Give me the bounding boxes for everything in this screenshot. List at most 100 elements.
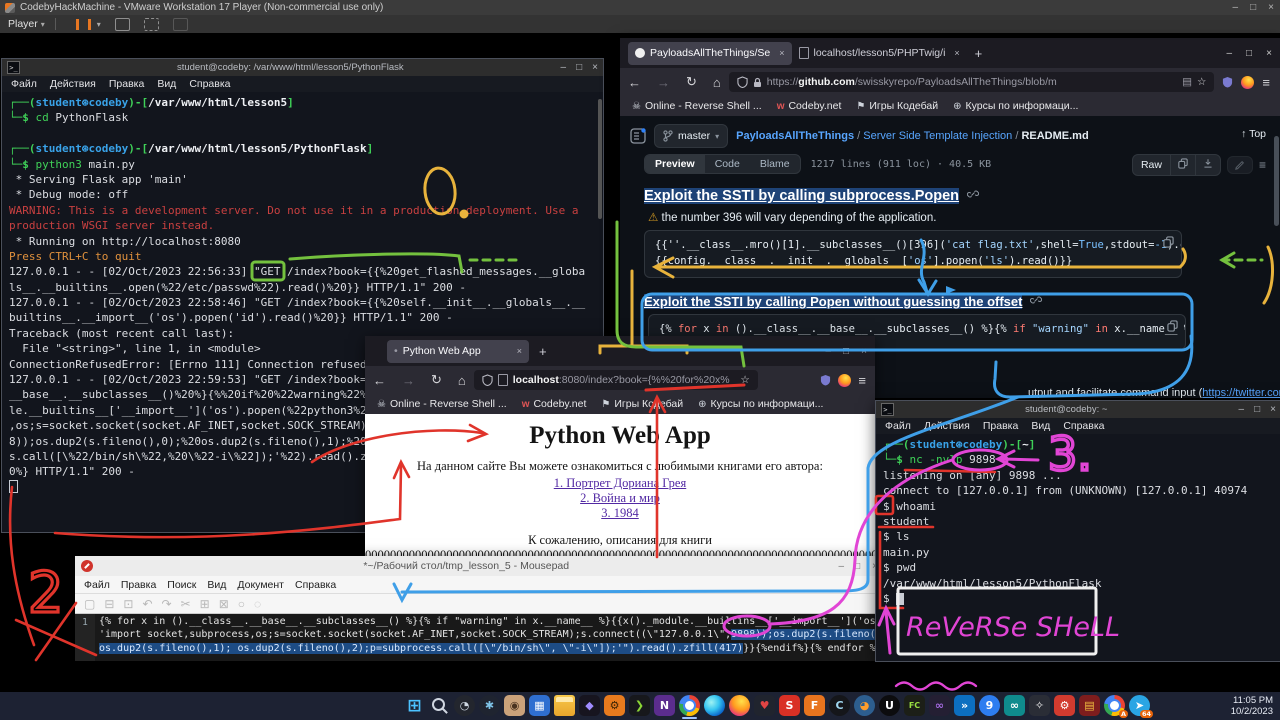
minimize-button[interactable]: – — [839, 561, 845, 572]
editor-area[interactable]: 1 {% for x in ().__class__.__base__.__su… — [75, 614, 885, 661]
book-link-2[interactable]: 2. Война и мир — [580, 491, 660, 505]
url-bar[interactable]: localhost:8080/index?book={%%20for%20x% … — [474, 370, 758, 390]
close-button[interactable]: × — [592, 62, 598, 73]
bookmark-courses[interactable]: ⊕Курсы по информаци... — [953, 100, 1078, 112]
taskbar-app-s-app[interactable]: S — [779, 695, 800, 716]
taskbar-app-chrome-alt[interactable]: A — [1104, 695, 1125, 716]
close-button[interactable]: × — [1270, 404, 1276, 415]
copy-icon[interactable]: ⊞ — [200, 597, 210, 611]
vmware-titlebar[interactable]: CodebyHackMachine - VMware Workstation 1… — [0, 0, 1280, 15]
edit-pencil-icon[interactable] — [1227, 156, 1253, 174]
twitter-link[interactable]: https://twitter.com/SecGus — [1202, 387, 1280, 398]
protections-shield-icon[interactable] — [1222, 76, 1233, 88]
taskbar-app-gauge-app[interactable]: ◔ — [454, 695, 475, 716]
taskbar-app-start[interactable]: ⊞ — [404, 695, 425, 716]
taskbar-app-orange-gear-app[interactable]: ⚙ — [604, 695, 625, 716]
maximize-button[interactable]: □ — [1254, 404, 1260, 415]
new-tab-button[interactable]: + — [975, 46, 983, 61]
book-link-1[interactable]: 1. Портрет Дориана Грея — [554, 476, 686, 490]
reload-icon[interactable]: ↻ — [431, 372, 442, 388]
taskbar-app-chrome[interactable] — [679, 695, 700, 716]
taskbar-app-berry-app[interactable]: ♥ — [754, 695, 775, 716]
terminal-titlebar[interactable]: >_ student@codeby: /var/www/html/lesson5… — [2, 59, 603, 76]
tab-code[interactable]: Code — [705, 155, 750, 173]
menu-item[interactable]: Действия — [924, 420, 970, 432]
menu-item[interactable]: Файл — [11, 78, 37, 90]
taskbar-app-telegram[interactable]: ➤64 — [1129, 695, 1150, 716]
maximize-button[interactable]: □ — [843, 346, 849, 357]
menu-item[interactable]: Вид — [157, 78, 176, 90]
player-menu[interactable]: Player ▾ — [8, 18, 45, 30]
top-link[interactable]: ↑ Top — [1241, 128, 1266, 140]
taskbar-app-f-app[interactable]: F — [804, 695, 825, 716]
copy-icon[interactable] — [1170, 155, 1195, 175]
menu-item[interactable]: Справка — [189, 78, 230, 90]
menu-item[interactable]: Вид — [1031, 420, 1050, 432]
tab-blame[interactable]: Blame — [750, 155, 800, 173]
tab-python-web-app[interactable]: • Python Web App × — [387, 340, 529, 363]
tab-close-icon[interactable]: × — [517, 346, 522, 356]
hamburger-menu-icon[interactable]: ≡ — [858, 373, 866, 388]
tab-phptwig[interactable]: localhost/lesson5/PHPTwig/i × — [792, 47, 967, 59]
link-icon[interactable] — [967, 188, 979, 200]
forward-icon[interactable]: → — [402, 373, 415, 388]
close-button[interactable]: × — [861, 346, 867, 357]
redo-icon[interactable]: ↷ — [162, 597, 172, 611]
taskbar-app-fc-app[interactable]: FC — [904, 695, 925, 716]
replace-icon[interactable]: ◌ — [254, 597, 261, 611]
taskbar-app-vscode[interactable]: » — [954, 695, 975, 716]
taskbar-app-cinema4d-app[interactable]: C — [829, 695, 850, 716]
menu-item[interactable]: Вид — [207, 579, 226, 591]
menu-item[interactable]: Действия — [50, 78, 96, 90]
pause-icon[interactable] — [76, 19, 91, 30]
save-icon[interactable]: ⊡ — [123, 597, 133, 611]
home-icon[interactable]: ⌂ — [458, 373, 466, 388]
bookmark-codeby[interactable]: wCodeby.net — [522, 398, 587, 410]
bookmark-courses[interactable]: ⊕Курсы по информаци... — [698, 398, 823, 410]
taskbar-app-fairy-app[interactable]: ✧ — [1029, 695, 1050, 716]
menu-item[interactable]: Файл — [84, 579, 110, 591]
reader-icon[interactable]: ▤ — [1182, 76, 1192, 88]
taskbar-app-file-explorer[interactable] — [554, 695, 575, 716]
bookmark-games[interactable]: ⚑Игры Кодебай — [601, 398, 683, 410]
taskbar-app-unreal-app[interactable]: U — [879, 695, 900, 716]
back-icon[interactable]: ← — [373, 373, 386, 388]
minimize-button[interactable]: – — [1226, 48, 1232, 59]
bookmark-reverse-shell[interactable]: ☠Online - Reverse Shell ... — [632, 100, 762, 112]
taskbar-app-arduino-app[interactable]: ∞ — [1004, 695, 1025, 716]
terminal-titlebar[interactable]: >_ student@codeby: ~ – □ × — [876, 401, 1280, 418]
taskbar-app-calendar-app[interactable]: ▦ — [529, 695, 550, 716]
breadcrumb-dir[interactable]: Server Side Template Injection — [863, 130, 1012, 142]
maximize-button[interactable]: □ — [1246, 48, 1252, 59]
book-link-3[interactable]: 3. 1984 — [601, 506, 639, 520]
file-tree-icon[interactable] — [630, 128, 646, 144]
back-icon[interactable]: ← — [628, 75, 641, 90]
scrollbar[interactable] — [1274, 136, 1279, 226]
find-icon[interactable]: ○ — [238, 597, 245, 611]
taskbar-app-maps-pin-app[interactable]: 9 — [979, 695, 1000, 716]
tab-close-icon[interactable]: × — [954, 48, 959, 58]
firefox-account-icon[interactable] — [1241, 76, 1254, 89]
breadcrumb-repo[interactable]: PayloadsAllTheThings — [736, 130, 854, 142]
undo-icon[interactable]: ↶ — [142, 597, 152, 611]
fullscreen-icon[interactable] — [144, 18, 159, 31]
protections-shield-icon[interactable] — [820, 374, 831, 386]
menu-item[interactable]: Поиск — [167, 579, 196, 591]
taskbar-app-onenote-app[interactable]: N — [654, 695, 675, 716]
menu-item[interactable]: Правка — [109, 78, 144, 90]
branch-selector[interactable]: master ▾ — [654, 124, 728, 148]
new-icon[interactable]: ▢ — [84, 597, 95, 611]
menu-item[interactable]: Файл — [885, 420, 911, 432]
maximize-button[interactable]: □ — [1250, 2, 1256, 13]
taskbar-app-visual-studio[interactable]: ∞ — [929, 695, 950, 716]
menu-item[interactable]: Справка — [295, 579, 336, 591]
windows-clock[interactable]: 11:05 PM 10/2/2023 — [1231, 695, 1273, 717]
hamburger-menu-icon[interactable]: ≡ — [1262, 75, 1270, 90]
bookmark-codeby[interactable]: wCodeby.net — [777, 100, 842, 112]
scrollbar[interactable] — [598, 99, 602, 219]
minimize-button[interactable]: – — [561, 62, 567, 73]
pause-caret-icon[interactable]: ▾ — [97, 20, 101, 29]
taskbar-app-obsidian-app[interactable]: ◆ — [579, 695, 600, 716]
bookmark-reverse-shell[interactable]: ☠Online - Reverse Shell ... — [377, 398, 507, 410]
close-button[interactable]: × — [1268, 2, 1274, 13]
